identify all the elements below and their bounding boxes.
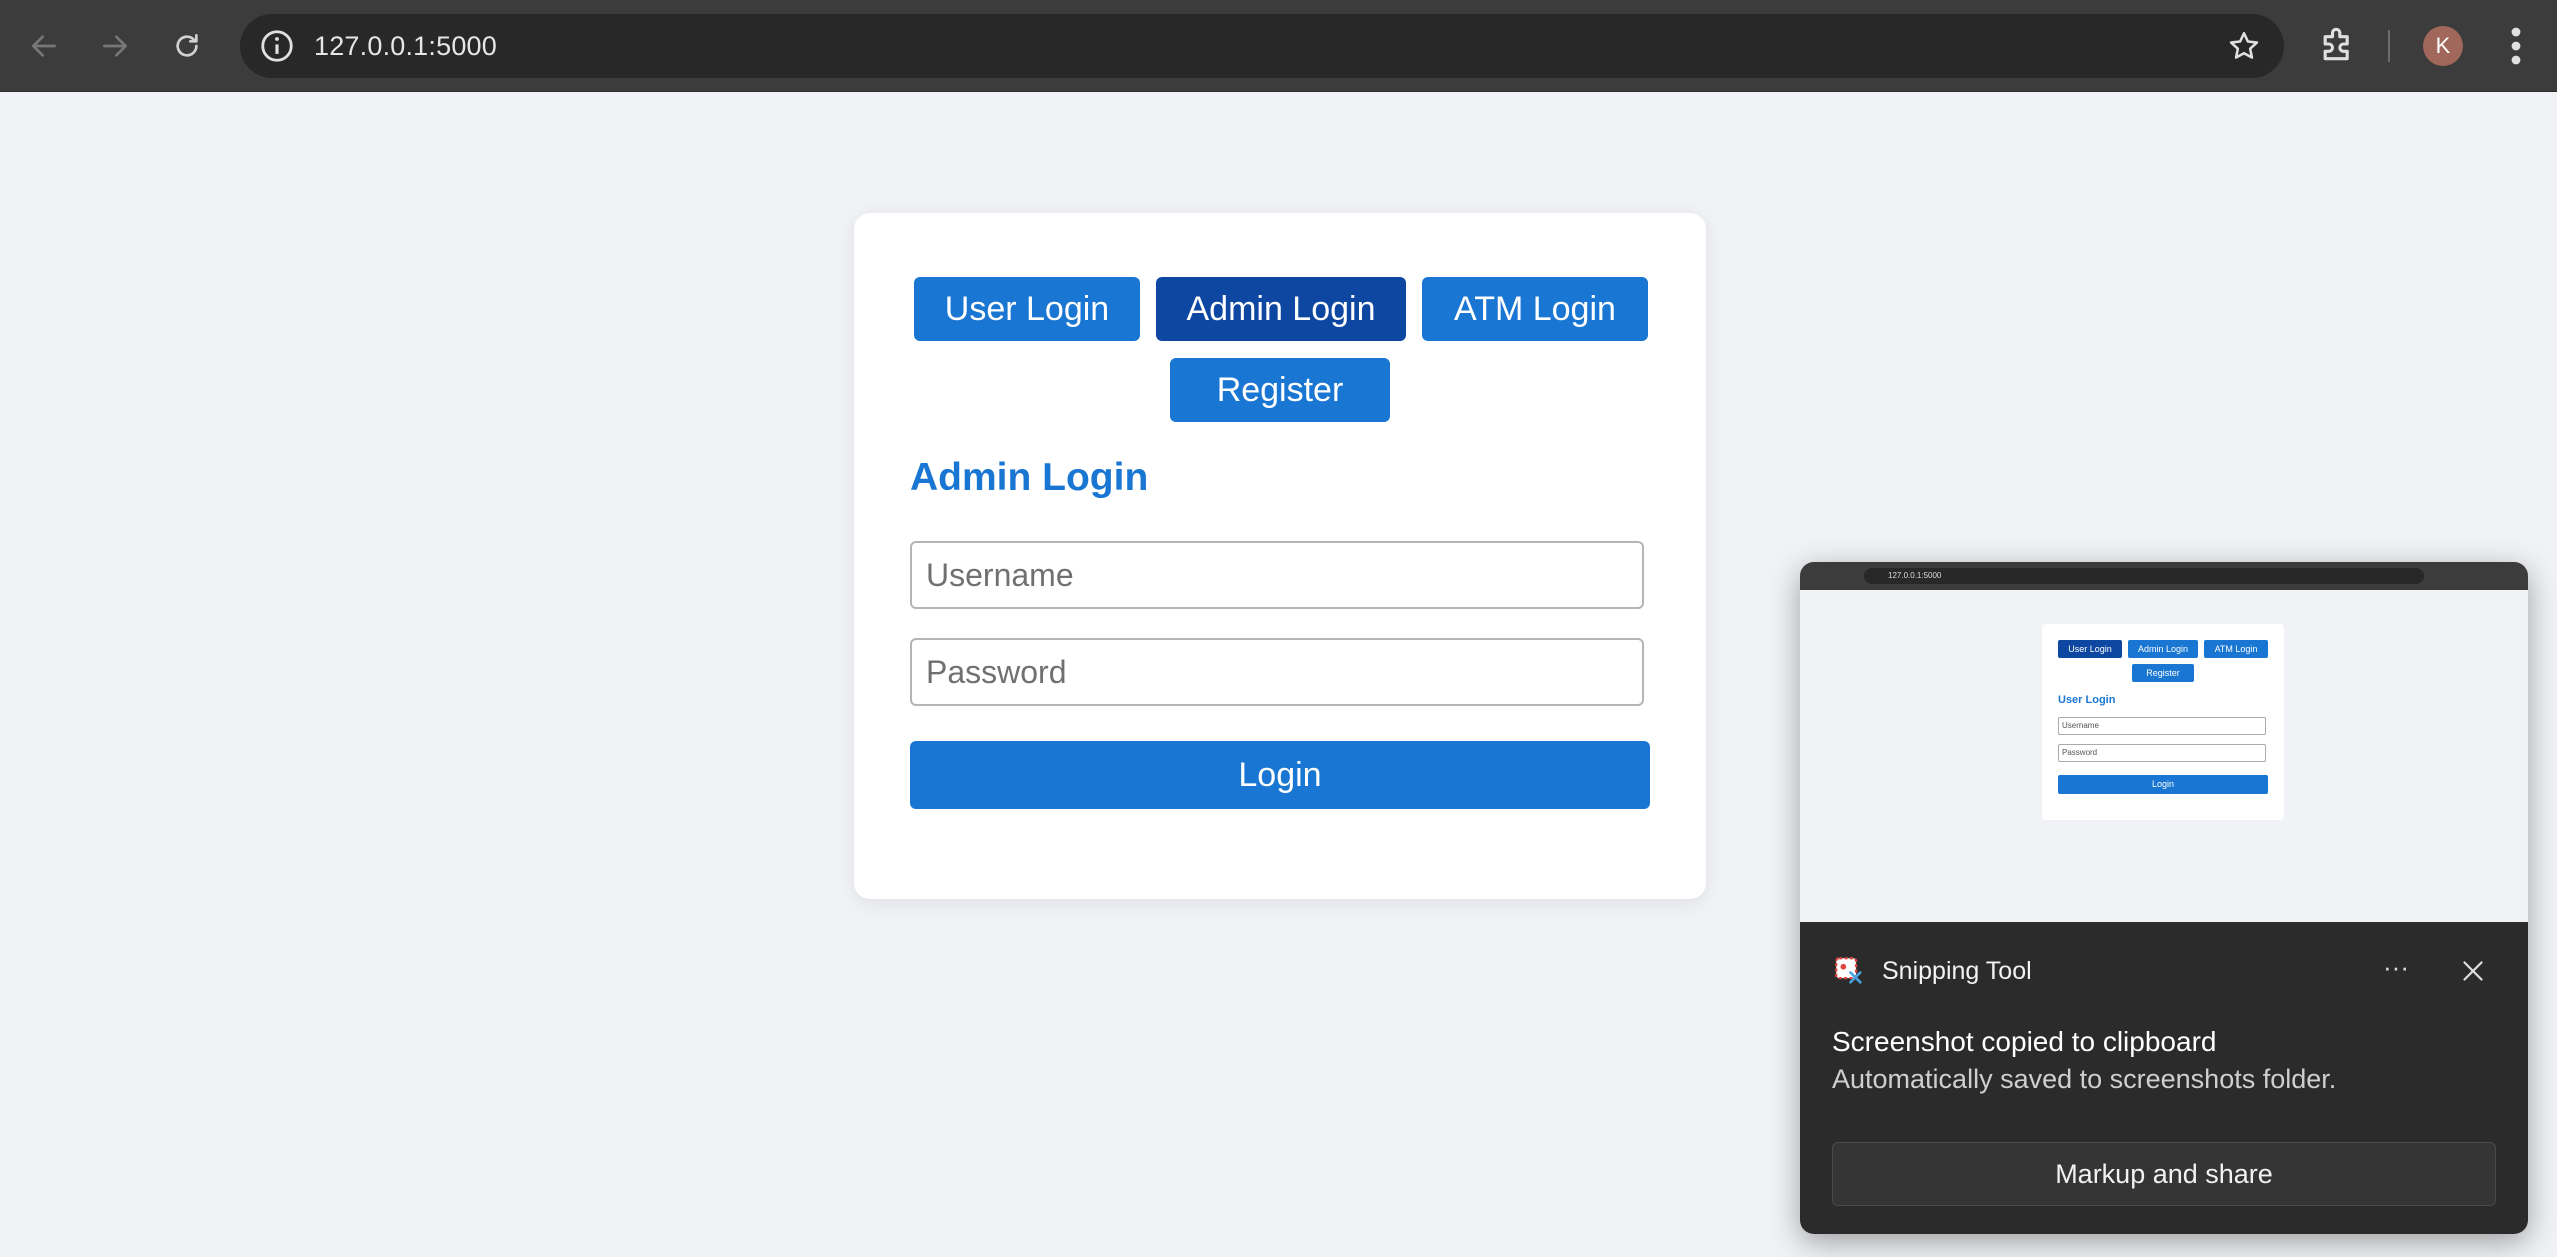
thumbnail-login-button: Login (2058, 775, 2268, 794)
tab-atm-login[interactable]: ATM Login (1422, 277, 1648, 341)
toolbar-divider (2388, 30, 2390, 62)
back-arrow-icon[interactable] (20, 22, 68, 70)
thumbnail-browser-toolbar: 127.0.0.1:5000 (1800, 562, 2528, 590)
thumbnail-password-field: Password (2058, 744, 2266, 762)
profile-avatar[interactable]: K (2423, 26, 2463, 66)
tab-register[interactable]: Register (1170, 358, 1390, 422)
login-button[interactable]: Login (910, 741, 1650, 809)
tab-admin-login[interactable]: Admin Login (1156, 277, 1406, 341)
close-icon[interactable] (2456, 954, 2490, 988)
thumbnail-tab-atm-login: ATM Login (2204, 640, 2268, 658)
toast-title: Screenshot copied to clipboard (1832, 1026, 2217, 1057)
thumbnail-tab-register: Register (2132, 664, 2194, 682)
extensions-icon[interactable] (2316, 22, 2360, 66)
thumbnail-tab-admin-login: Admin Login (2128, 640, 2198, 658)
address-bar[interactable]: 127.0.0.1:5000 (240, 14, 2284, 78)
tab-user-login[interactable]: User Login (914, 277, 1140, 341)
bookmark-star-icon[interactable] (2226, 28, 2262, 64)
reload-icon[interactable] (163, 22, 211, 70)
username-input[interactable] (910, 541, 1644, 609)
login-card: User Login Admin Login ATM Login Registe… (854, 213, 1706, 899)
thumbnail-address-bar: 127.0.0.1:5000 (1864, 568, 2424, 584)
toast-app-name: Snipping Tool (1882, 957, 2032, 985)
form-heading: Admin Login (910, 456, 1149, 499)
snipping-tool-icon (1835, 957, 1862, 984)
password-input[interactable] (910, 638, 1644, 706)
thumbnail-username-field: Username (2058, 717, 2266, 735)
thumbnail-login-card: User Login Admin Login ATM Login Registe… (2042, 624, 2284, 820)
snipping-tool-notification[interactable]: 127.0.0.1:5000 User Login Admin Login AT… (1800, 562, 2528, 1234)
more-vert-icon[interactable] (2500, 22, 2532, 70)
markup-and-share-button[interactable]: Markup and share (1832, 1142, 2496, 1206)
thumbnail-heading: User Login (2058, 694, 2116, 706)
more-options-icon[interactable]: ··· (2372, 954, 2420, 988)
forward-arrow-icon[interactable] (91, 22, 139, 70)
screenshot-thumbnail[interactable]: 127.0.0.1:5000 User Login Admin Login AT… (1800, 562, 2528, 922)
site-info-icon[interactable] (258, 27, 296, 65)
thumbnail-tab-user-login: User Login (2058, 640, 2122, 658)
thumbnail-url: 127.0.0.1:5000 (1888, 571, 1942, 580)
url-text[interactable]: 127.0.0.1:5000 (314, 14, 497, 78)
browser-toolbar: 127.0.0.1:5000 K (0, 0, 2557, 92)
toast-subtitle: Automatically saved to screenshots folde… (1832, 1064, 2337, 1094)
